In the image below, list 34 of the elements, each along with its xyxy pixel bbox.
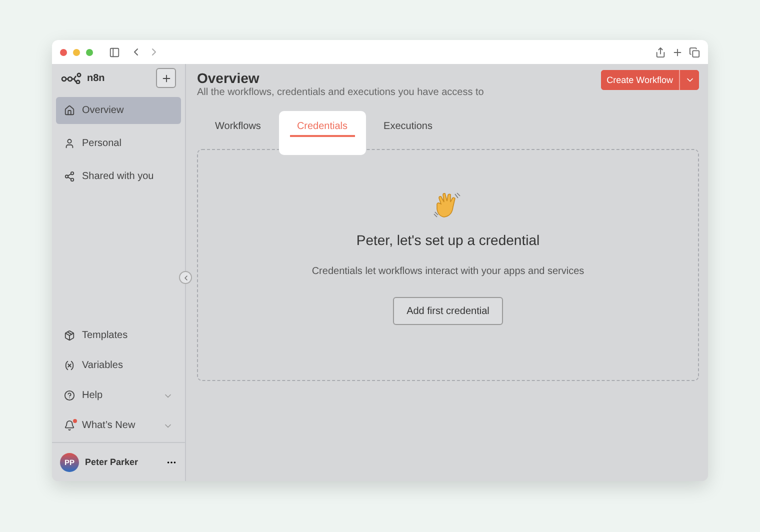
maximize-dot[interactable] [86, 48, 93, 56]
tabs-icon[interactable] [689, 46, 700, 58]
empty-state-heading: Peter, let's set up a credential [356, 232, 540, 248]
sidebar-item[interactable]: What’s New [56, 412, 181, 439]
minimize-dot[interactable] [73, 48, 80, 56]
add-first-credential-button[interactable]: Add first credential [392, 297, 504, 325]
sidebar-item[interactable]: Overview [56, 97, 181, 124]
share-icon[interactable] [655, 46, 666, 58]
nav-icon [64, 420, 75, 431]
tab[interactable]: Executions [366, 111, 450, 155]
waving-hand-icon [433, 192, 463, 220]
sidebar-item[interactable]: Shared with you [56, 163, 181, 190]
close-dot[interactable] [60, 48, 67, 56]
sidebar-item[interactable]: Help [56, 382, 181, 409]
new-tab-icon[interactable] [672, 46, 683, 58]
empty-state-description: Credentials let workflows interact with your apps and services [312, 266, 584, 277]
nav-icon [64, 330, 75, 341]
tab[interactable]: Workflows [197, 111, 279, 155]
page-subtitle: All the workflows, credentials and executions you have access to [197, 87, 484, 98]
sidebar-toggle-icon[interactable] [109, 46, 120, 58]
nav-icon [64, 138, 75, 149]
sidebar-item[interactable]: Variables [56, 352, 181, 379]
plus-icon [160, 72, 172, 84]
user-name: Peter Parker [85, 457, 140, 467]
sidebar-item[interactable]: Templates [56, 322, 181, 349]
nav-icon [64, 390, 75, 401]
logo-text: n8n [87, 72, 105, 84]
sidebar-item[interactable]: Personal [56, 130, 181, 157]
page-title: Overview [197, 70, 260, 86]
nav-icon [64, 171, 75, 182]
nav-icon [64, 360, 75, 371]
add-button[interactable] [156, 68, 176, 88]
nav-icon [64, 105, 75, 116]
logo-icon [61, 72, 83, 84]
